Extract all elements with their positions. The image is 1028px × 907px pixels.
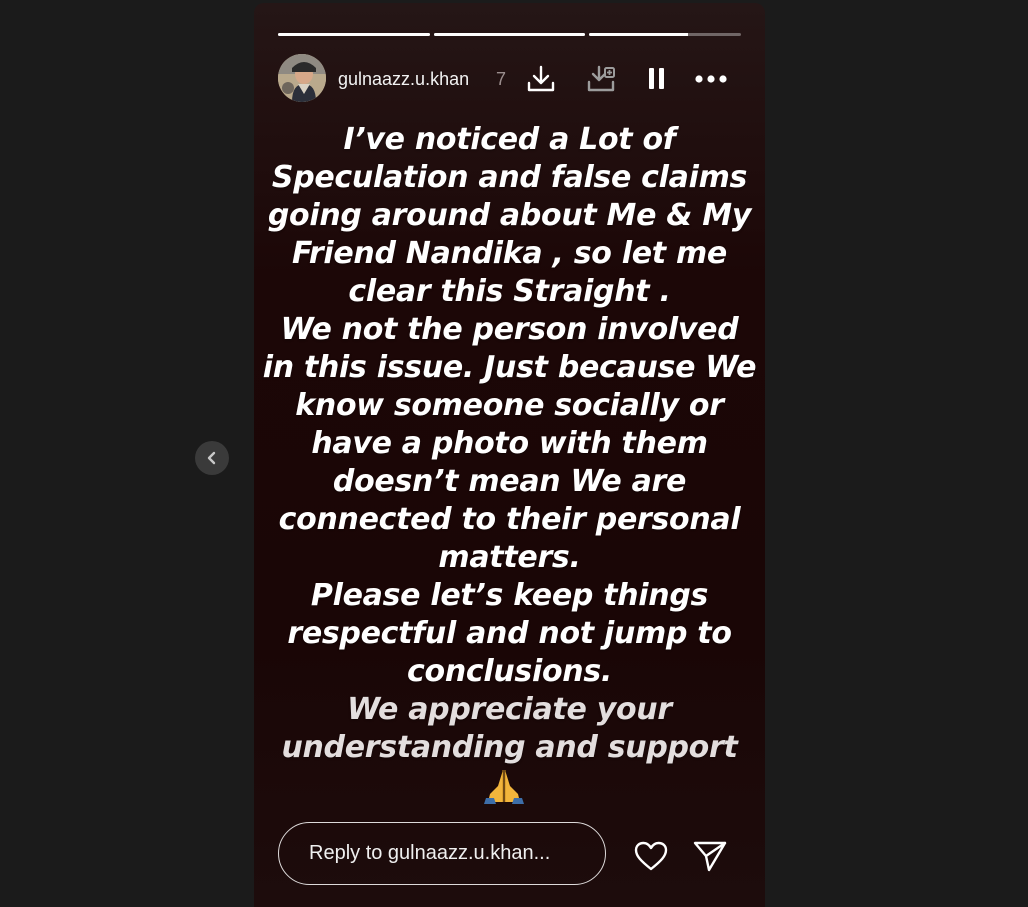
story-text-line: know someone socially or xyxy=(295,388,724,423)
progress-fill xyxy=(589,33,688,36)
send-button[interactable] xyxy=(690,836,730,876)
story-text-line: clear this Straight . xyxy=(348,274,671,309)
download-button[interactable] xyxy=(524,62,558,96)
story-viewer: gulnaazz.u.khan 7 I’ve noticed a Lot of … xyxy=(0,0,1028,907)
chevron-left-icon xyxy=(207,451,216,465)
heart-icon xyxy=(634,841,668,871)
story-text: I’ve noticed a Lot of Speculation and fa… xyxy=(254,121,765,767)
story-text-line: understanding and support xyxy=(281,730,738,765)
story-text-line: going around about Me & My xyxy=(267,198,752,233)
progress-fill xyxy=(433,33,586,36)
progress-segment xyxy=(589,33,742,36)
story-progress xyxy=(278,33,742,36)
save-to-device-button[interactable] xyxy=(584,62,618,96)
story-text-line: in this issue. Just because We xyxy=(262,350,757,385)
story-text-line: Friend Nandika , so let me xyxy=(292,236,727,271)
download-icon xyxy=(527,65,555,92)
story-text-line: doesn’t mean We are xyxy=(332,464,687,499)
story-text-line: matters. xyxy=(438,540,581,575)
story-time: 7 xyxy=(496,69,507,89)
story-text-line: have a photo with them xyxy=(311,426,708,461)
like-button[interactable] xyxy=(631,836,671,876)
story-card: gulnaazz.u.khan 7 I’ve noticed a Lot of … xyxy=(254,3,765,907)
avatar-image xyxy=(278,54,326,102)
send-icon xyxy=(693,841,727,872)
folded-hands-emoji xyxy=(484,770,524,804)
story-text-line: I’ve noticed a Lot of xyxy=(343,122,676,157)
story-text-line: We not the person involved xyxy=(280,312,739,347)
pause-button[interactable] xyxy=(640,62,674,96)
story-text-line: respectful and not jump to xyxy=(287,616,732,651)
save-to-device-icon xyxy=(587,65,615,92)
more-options-button[interactable] xyxy=(694,62,728,96)
story-text-line: Please let’s keep things xyxy=(310,578,709,613)
story-username[interactable]: gulnaazz.u.khan xyxy=(338,69,469,90)
previous-story-button[interactable] xyxy=(195,441,229,475)
progress-segment xyxy=(433,33,586,36)
story-header: gulnaazz.u.khan 7 xyxy=(278,54,741,104)
story-text-line: conclusions. xyxy=(407,654,612,689)
story-text-line: Speculation and false claims xyxy=(271,160,748,195)
avatar[interactable] xyxy=(278,54,326,102)
progress-segment xyxy=(278,33,430,36)
reply-input[interactable]: Reply to gulnaazz.u.khan... xyxy=(278,822,606,885)
progress-fill xyxy=(278,33,430,36)
pause-icon xyxy=(649,68,664,89)
story-text-line: connected to their personal xyxy=(278,502,741,537)
story-text-line: We appreciate your xyxy=(347,692,672,727)
more-options-icon xyxy=(695,75,727,83)
